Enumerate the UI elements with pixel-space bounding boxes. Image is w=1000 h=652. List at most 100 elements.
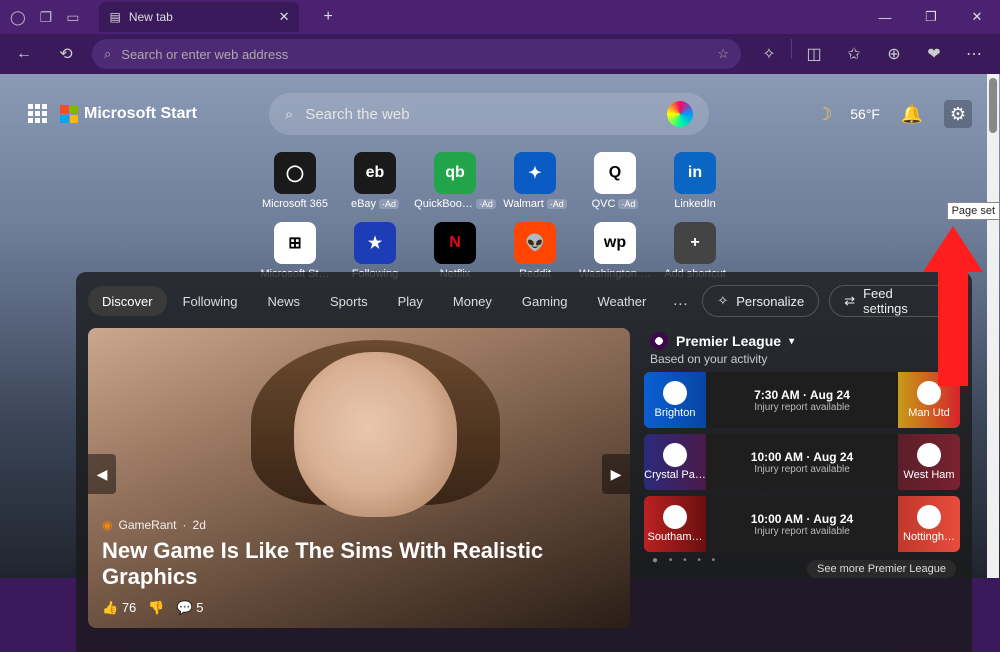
back-button[interactable]: ←: [8, 38, 40, 70]
carousel-prev-button[interactable]: ◀: [88, 454, 116, 494]
tile-icon: N: [434, 222, 476, 264]
favorite-icon[interactable]: ☆: [717, 46, 729, 62]
refresh-button[interactable]: ⟲: [50, 38, 82, 70]
tile-icon: Q: [594, 152, 636, 194]
browser-toolbar: ← ⟲ ⌕ Search or enter web address ☆ ✧ ◫ …: [0, 34, 1000, 74]
tile-label: LinkedIn: [674, 198, 716, 210]
comments-button[interactable]: 💬 5: [176, 600, 203, 616]
match-row[interactable]: Crystal Pa… 10:00 AM · Aug 24Injury repo…: [644, 434, 960, 490]
feed-tab[interactable]: Weather: [583, 286, 660, 316]
feed-tabs: DiscoverFollowingNewsSportsPlayMoneyGami…: [88, 282, 960, 320]
extensions-icon[interactable]: ✧: [751, 39, 787, 69]
address-bar[interactable]: ⌕ Search or enter web address ☆: [92, 39, 741, 69]
league-icon: [650, 332, 668, 350]
widget-pagination[interactable]: ● • • • •: [652, 555, 719, 566]
address-placeholder: Search or enter web address: [121, 47, 288, 62]
search-icon: ⌕: [104, 46, 111, 62]
away-team: Nottingh…: [903, 531, 955, 543]
dislike-button[interactable]: 👎: [148, 600, 164, 616]
quick-link-tile[interactable]: ✦ Walmart·Ad: [495, 152, 575, 210]
tile-icon: ★: [354, 222, 396, 264]
feed-tab[interactable]: Sports: [316, 286, 382, 316]
vertical-scrollbar[interactable]: [987, 74, 999, 578]
browser-essentials-icon[interactable]: ❤: [916, 39, 952, 69]
close-window-button[interactable]: ✕: [954, 0, 1000, 34]
match-row[interactable]: Brighton 7:30 AM · Aug 24Injury report a…: [644, 372, 960, 428]
ad-badge: ·Ad: [379, 199, 399, 209]
match-time: 10:00 AM · Aug 24: [751, 512, 853, 526]
feed-tab[interactable]: Discover: [88, 286, 167, 316]
quick-link-tile[interactable]: eb eBay·Ad: [335, 152, 415, 210]
copilot-icon[interactable]: [667, 101, 693, 127]
settings-gear-icon[interactable]: ⚙: [944, 100, 972, 128]
like-button[interactable]: 👍 76: [102, 600, 136, 616]
tab-title: New tab: [129, 10, 173, 24]
team-crest-icon: [663, 381, 687, 405]
story-source: GameRant: [118, 518, 176, 532]
browser-tab[interactable]: ▤ New tab ✕: [99, 2, 299, 32]
feed-more-icon[interactable]: …: [672, 292, 688, 310]
new-tab-page: Microsoft Start ⌕ Search the web ☽ 56°F …: [0, 74, 1000, 578]
home-team: Brighton: [655, 407, 696, 419]
feed-tab[interactable]: Play: [384, 286, 437, 316]
tile-icon: +: [674, 222, 716, 264]
close-tab-icon[interactable]: ✕: [279, 9, 290, 25]
maximize-button[interactable]: ❐: [908, 0, 954, 34]
feed-tab[interactable]: Following: [169, 286, 252, 316]
quick-link-tile[interactable]: qb QuickBoo…·Ad: [415, 152, 495, 210]
tile-icon: ◯: [274, 152, 316, 194]
away-team: Man Utd: [908, 407, 950, 419]
personalize-button[interactable]: ✧Personalize: [702, 285, 819, 317]
home-team: Crystal Pa…: [644, 469, 706, 481]
feed-tab[interactable]: Gaming: [508, 286, 582, 316]
split-screen-icon[interactable]: ◫: [796, 39, 832, 69]
new-tab-button[interactable]: +: [323, 8, 332, 26]
league-title[interactable]: Premier League: [676, 333, 781, 349]
page-header: Microsoft Start ⌕ Search the web ☽ 56°F …: [28, 92, 972, 136]
tile-icon: 👽: [514, 222, 556, 264]
tile-icon: wp: [594, 222, 636, 264]
minimize-button[interactable]: —: [862, 0, 908, 34]
tile-icon: ✦: [514, 152, 556, 194]
temperature[interactable]: 56°F: [850, 106, 880, 122]
tile-label: Walmart: [503, 198, 544, 210]
team-crest-icon: [663, 443, 687, 467]
feed-tab[interactable]: News: [254, 286, 315, 316]
collections-icon[interactable]: ⊕: [876, 39, 912, 69]
tile-label: eBay: [351, 198, 376, 210]
annotation-arrow: [928, 226, 978, 386]
chevron-down-icon[interactable]: ▾: [789, 336, 794, 347]
tile-label: QVC: [592, 198, 616, 210]
tooltip: Page set: [947, 202, 1000, 220]
profile-icon[interactable]: ◯: [10, 9, 26, 26]
quick-link-tile[interactable]: ◯ Microsoft 365: [255, 152, 335, 210]
favorites-icon[interactable]: ✩: [836, 39, 872, 69]
tile-label: QuickBoo…: [414, 198, 473, 210]
featured-story-card[interactable]: ◀ ▶ ◉GameRant · 2d New Game Is Like The …: [88, 328, 630, 628]
tile-icon: qb: [434, 152, 476, 194]
quick-link-tile[interactable]: Q QVC·Ad: [575, 152, 655, 210]
team-crest-icon: [917, 443, 941, 467]
more-icon[interactable]: ⋯: [956, 39, 992, 69]
match-row[interactable]: Southam… 10:00 AM · Aug 24Injury report …: [644, 496, 960, 552]
workspaces-icon[interactable]: ❐: [40, 9, 53, 26]
tab-actions-icon[interactable]: ▭: [66, 9, 79, 26]
match-note: Injury report available: [754, 464, 850, 475]
ad-badge: ·Ad: [476, 199, 496, 209]
app-launcher-icon[interactable]: [28, 104, 48, 124]
notifications-icon[interactable]: 🔔: [898, 100, 926, 128]
window-titlebar: ◯ ❐ ▭ ▤ New tab ✕ + — ❐ ✕: [0, 0, 1000, 34]
brand-text: Microsoft Start: [84, 105, 197, 123]
league-subtitle: Based on your activity: [644, 352, 960, 372]
weather-icon[interactable]: ☽: [816, 104, 832, 125]
tile-label: Microsoft 365: [262, 198, 328, 210]
match-time: 7:30 AM · Aug 24: [754, 388, 850, 402]
quick-link-tile[interactable]: in LinkedIn: [655, 152, 735, 210]
feed-tab[interactable]: Money: [439, 286, 506, 316]
search-input[interactable]: ⌕ Search the web: [269, 93, 709, 135]
carousel-next-button[interactable]: ▶: [602, 454, 630, 494]
see-more-button[interactable]: See more Premier League: [807, 560, 956, 578]
brand-logo[interactable]: Microsoft Start: [60, 105, 197, 123]
tile-icon: in: [674, 152, 716, 194]
match-note: Injury report available: [754, 402, 850, 413]
